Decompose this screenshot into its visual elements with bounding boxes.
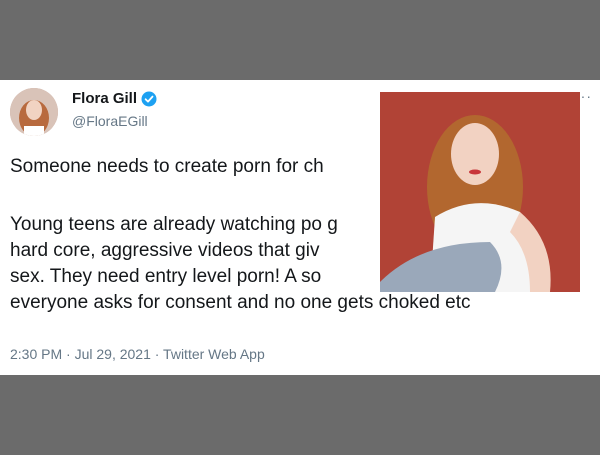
tweet-timestamp[interactable]: 2:30 PM · Jul 29, 2021 · Twitter Web App xyxy=(10,346,265,362)
author-handle[interactable]: @FloraEGill xyxy=(72,113,148,129)
author-name-text: Flora Gill xyxy=(72,90,138,107)
author-avatar[interactable] xyxy=(10,88,58,136)
tweet-text-line: sex. They need entry level porn! A so xyxy=(10,266,322,287)
overlay-photo xyxy=(380,92,580,292)
tweet-text-line: Young teens are already watching po g xyxy=(10,214,338,235)
verified-badge-icon xyxy=(141,91,157,106)
tweet-text-line: Someone needs to create porn for ch xyxy=(10,156,324,177)
avatar-image xyxy=(10,88,58,136)
tweet-text-line: hard core, aggressive videos that giv xyxy=(10,240,320,261)
tweet-text-line: everyone asks for consent and no one get… xyxy=(10,292,471,313)
screenshot-frame: Flora Gill @FloraEGill ··· Someone needs… xyxy=(0,0,600,455)
portrait-image xyxy=(380,92,580,292)
author-name[interactable]: Flora Gill xyxy=(72,90,157,107)
